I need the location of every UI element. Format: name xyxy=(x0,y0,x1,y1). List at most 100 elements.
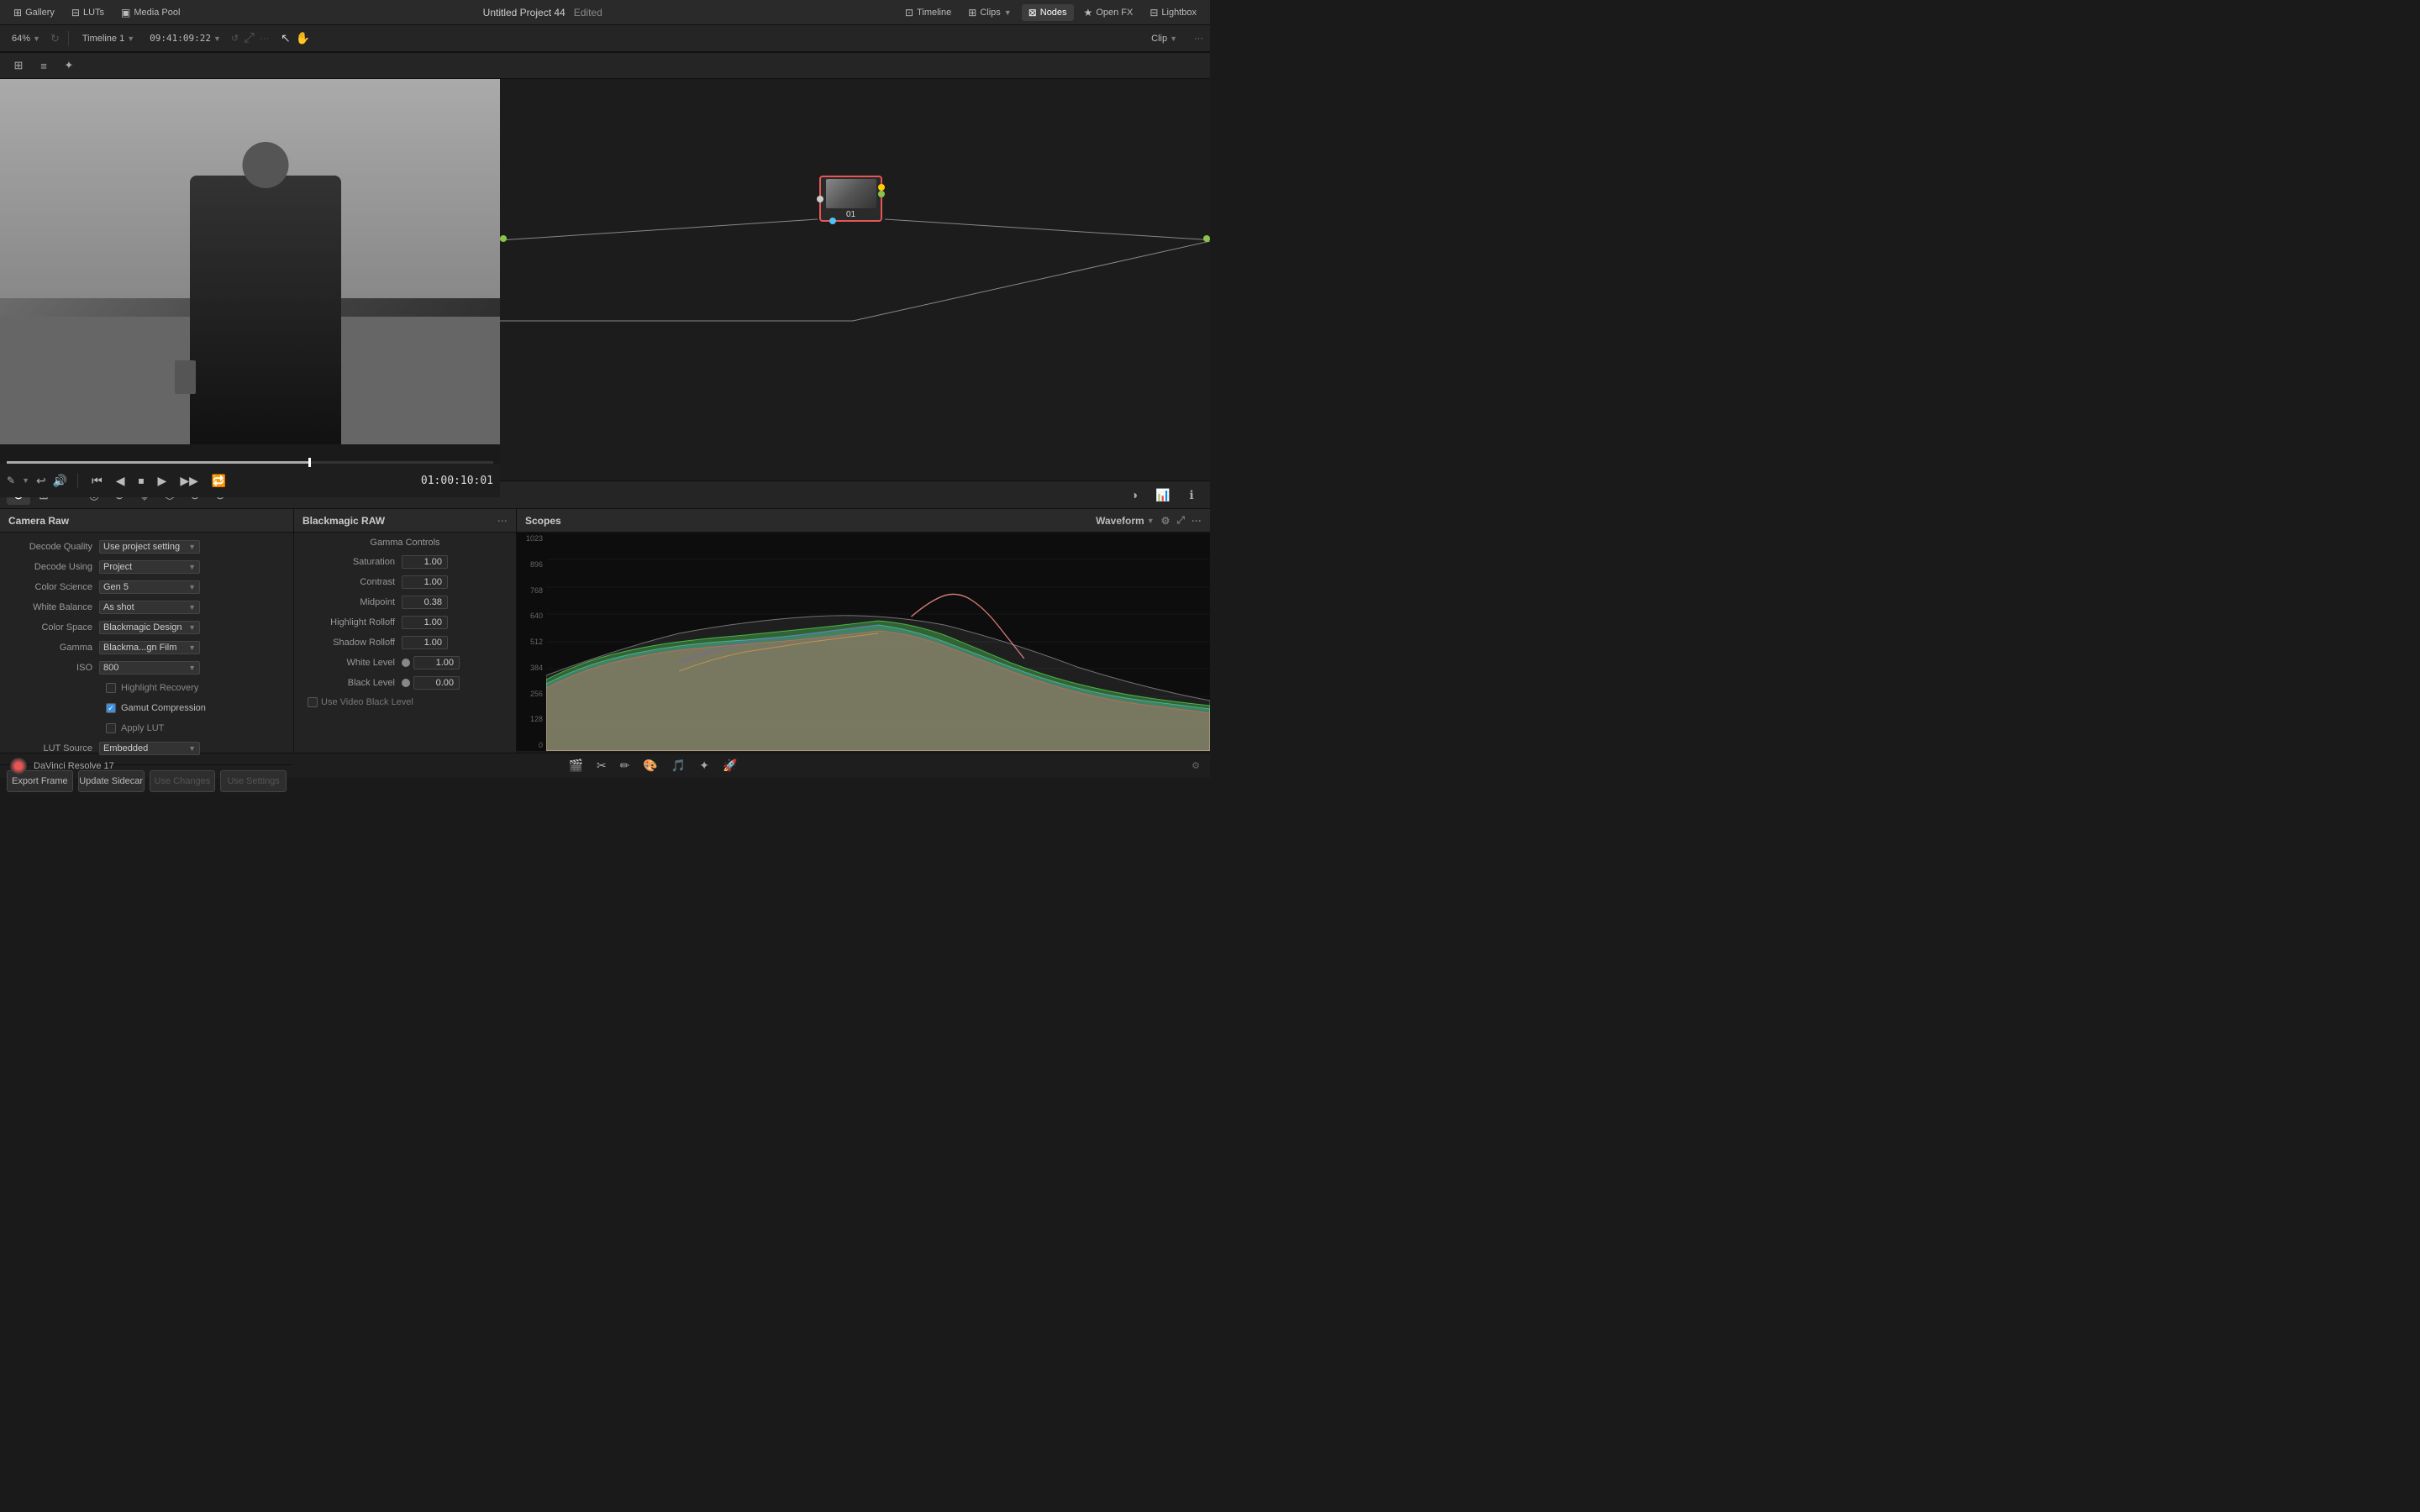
pointer-icon[interactable]: ↖ xyxy=(281,31,291,45)
midpoint-value[interactable]: 0.38 xyxy=(402,596,448,609)
camera-raw-header: Camera Raw xyxy=(0,509,293,533)
grid-view-btn[interactable]: ⊞ xyxy=(7,55,30,76)
highlight-recovery-row: Highlight Recovery xyxy=(7,679,287,697)
menu-right: ⊡ Timeline ⊞ Clips ▼ ⊠ Nodes ★ Open FX ⊟… xyxy=(898,4,1203,21)
color-space-row: Color Space Blackmagic Design ▼ xyxy=(7,618,287,637)
zoom-selector[interactable]: 64% ▼ xyxy=(7,32,45,45)
white-level-control: 1.00 xyxy=(402,656,460,669)
undo-icon[interactable]: ↩ xyxy=(36,474,46,488)
node-editor: 01 xyxy=(500,79,1210,480)
scopes-settings-icon[interactable]: ⚙ xyxy=(1161,515,1171,527)
settings-icon[interactable]: ⚙ xyxy=(1192,760,1200,771)
decode-using-dropdown[interactable]: Project ▼ xyxy=(99,560,200,574)
video-prop xyxy=(175,360,196,394)
toolbar-right-more[interactable]: ··· xyxy=(1194,34,1203,44)
scopes-title: Scopes xyxy=(525,515,561,527)
contrast-value[interactable]: 1.00 xyxy=(402,575,448,589)
prev-frame-btn[interactable]: ◀ xyxy=(113,472,129,490)
cursor-tools: ↖ ✋ xyxy=(281,31,310,45)
iso-dropdown[interactable]: 800 ▼ xyxy=(99,661,200,675)
gallery-icon: ⊞ xyxy=(13,7,22,18)
gamma-dropdown[interactable]: Blackma...gn Film ▼ xyxy=(99,641,200,654)
menu-gallery[interactable]: ⊞ Gallery xyxy=(7,4,61,21)
iso-row: ISO 800 ▼ xyxy=(7,659,287,677)
magic-btn[interactable]: ✦ xyxy=(57,55,81,76)
playback-sep xyxy=(77,473,78,488)
pencil-icon[interactable]: ✎ xyxy=(7,475,15,486)
stop-btn[interactable]: ⏹ xyxy=(135,472,148,490)
color-space-dropdown[interactable]: Blackmagic Design ▼ xyxy=(99,621,200,634)
shadow-rolloff-value[interactable]: 1.00 xyxy=(402,636,448,649)
highlight-rolloff-value[interactable]: 1.00 xyxy=(402,616,448,629)
waveform-dropdown[interactable]: Waveform ▼ xyxy=(1096,515,1155,527)
bottom-nav: 🎬 ✂ ✏ 🎨 🎵 ✦ 🚀 xyxy=(568,759,737,773)
deliver-icon[interactable]: 🚀 xyxy=(723,759,737,773)
black-level-value[interactable]: 0.00 xyxy=(413,676,460,690)
lut-source-dropdown[interactable]: Embedded ▼ xyxy=(99,742,200,755)
menu-lightbox[interactable]: ⊟ Lightbox xyxy=(1143,4,1203,21)
black-level-slider[interactable] xyxy=(402,679,410,687)
apply-lut-checkbox[interactable] xyxy=(106,723,116,733)
decode-quality-dropdown[interactable]: Use project setting ▼ xyxy=(99,540,200,554)
decode-quality-value: Use project setting ▼ xyxy=(99,540,287,554)
bw-btn[interactable]: ◑ xyxy=(1123,485,1146,505)
use-changes-btn[interactable]: Use Changes xyxy=(150,770,216,792)
info-btn[interactable]: ℹ xyxy=(1180,485,1203,505)
clip-dropdown[interactable]: Clip ▼ xyxy=(1146,32,1182,45)
use-settings-btn[interactable]: Use Settings xyxy=(220,770,287,792)
edit-icon[interactable]: ✏ xyxy=(620,759,630,773)
volume-icon[interactable]: 🔊 xyxy=(53,474,67,488)
loop-btn[interactable]: 🔁 xyxy=(208,472,229,490)
highlight-recovery-label: Highlight Recovery xyxy=(121,683,198,693)
hand-icon[interactable]: ✋ xyxy=(296,31,310,45)
effects-icon[interactable]: ✦ xyxy=(699,759,709,773)
color-science-dropdown[interactable]: Gen 5 ▼ xyxy=(99,580,200,594)
white-level-slider[interactable] xyxy=(402,659,410,667)
lut-source-row: LUT Source Embedded ▼ xyxy=(7,739,287,758)
node-top-right-connector[interactable] xyxy=(878,184,885,191)
menu-luts[interactable]: ⊟ LUTs xyxy=(65,4,111,21)
decode-using-label: Decode Using xyxy=(7,562,99,572)
gamma-label: Gamma xyxy=(7,643,99,653)
skip-to-start-btn[interactable]: ⏮ xyxy=(88,472,106,490)
braw-more-btn[interactable]: ··· xyxy=(497,515,508,527)
decode-using-value: Project ▼ xyxy=(99,560,287,574)
node-01[interactable]: 01 xyxy=(819,176,882,222)
video-progress-bar[interactable] xyxy=(7,461,493,464)
saturation-value[interactable]: 1.00 xyxy=(402,555,448,569)
apply-lut-row: Apply LUT xyxy=(7,719,287,738)
menu-media-pool[interactable]: ▣ Media Pool xyxy=(114,4,187,21)
menu-clips[interactable]: ⊞ Clips ▼ xyxy=(961,4,1018,21)
use-video-black-level-checkbox[interactable] xyxy=(308,697,318,707)
waveform-small-btn[interactable]: 📊 xyxy=(1151,485,1175,505)
scopes-expand-icon[interactable]: ⤢ xyxy=(1176,514,1185,527)
list-view-btn[interactable]: ≡ xyxy=(32,55,55,76)
play-btn[interactable]: ▶ xyxy=(155,472,171,490)
use-video-black-level-row[interactable]: Use Video Black Level xyxy=(301,694,509,711)
white-balance-dropdown[interactable]: As shot ▼ xyxy=(99,601,200,614)
next-frame-btn[interactable]: ▶▶ xyxy=(176,472,202,490)
color-icon[interactable]: 🎨 xyxy=(643,759,657,773)
audio-icon[interactable]: 🎵 xyxy=(671,759,686,773)
cut-icon[interactable]: ✂ xyxy=(597,759,607,773)
color-space-label: Color Space xyxy=(7,622,99,633)
iso-value: 800 ▼ xyxy=(99,661,287,675)
menu-open-fx[interactable]: ★ Open FX xyxy=(1077,4,1140,21)
timecode-display[interactable]: 09:41:09:22 ▼ xyxy=(145,31,226,45)
gamut-compression-checkbox[interactable] xyxy=(106,703,116,713)
lightbox-icon: ⊟ xyxy=(1150,7,1158,18)
scopes-more-icon[interactable]: ··· xyxy=(1192,515,1202,527)
node-left-connector[interactable] xyxy=(817,196,823,202)
menu-nodes[interactable]: ⊠ Nodes xyxy=(1022,4,1074,21)
white-balance-label: White Balance xyxy=(7,602,99,612)
decode-quality-row: Decode Quality Use project setting ▼ xyxy=(7,538,287,556)
pencil-dropdown[interactable]: ▼ xyxy=(22,476,29,485)
progress-area[interactable] xyxy=(0,461,500,464)
timeline-selector[interactable]: Timeline 1 ▼ xyxy=(77,32,139,45)
node-right-green-connector[interactable] xyxy=(878,191,885,197)
media-icon[interactable]: 🎬 xyxy=(568,759,582,773)
node-bottom-connector[interactable] xyxy=(829,218,836,224)
highlight-recovery-checkbox[interactable] xyxy=(106,683,116,693)
white-level-value[interactable]: 1.00 xyxy=(413,656,460,669)
menu-timeline[interactable]: ⊡ Timeline xyxy=(898,4,958,21)
